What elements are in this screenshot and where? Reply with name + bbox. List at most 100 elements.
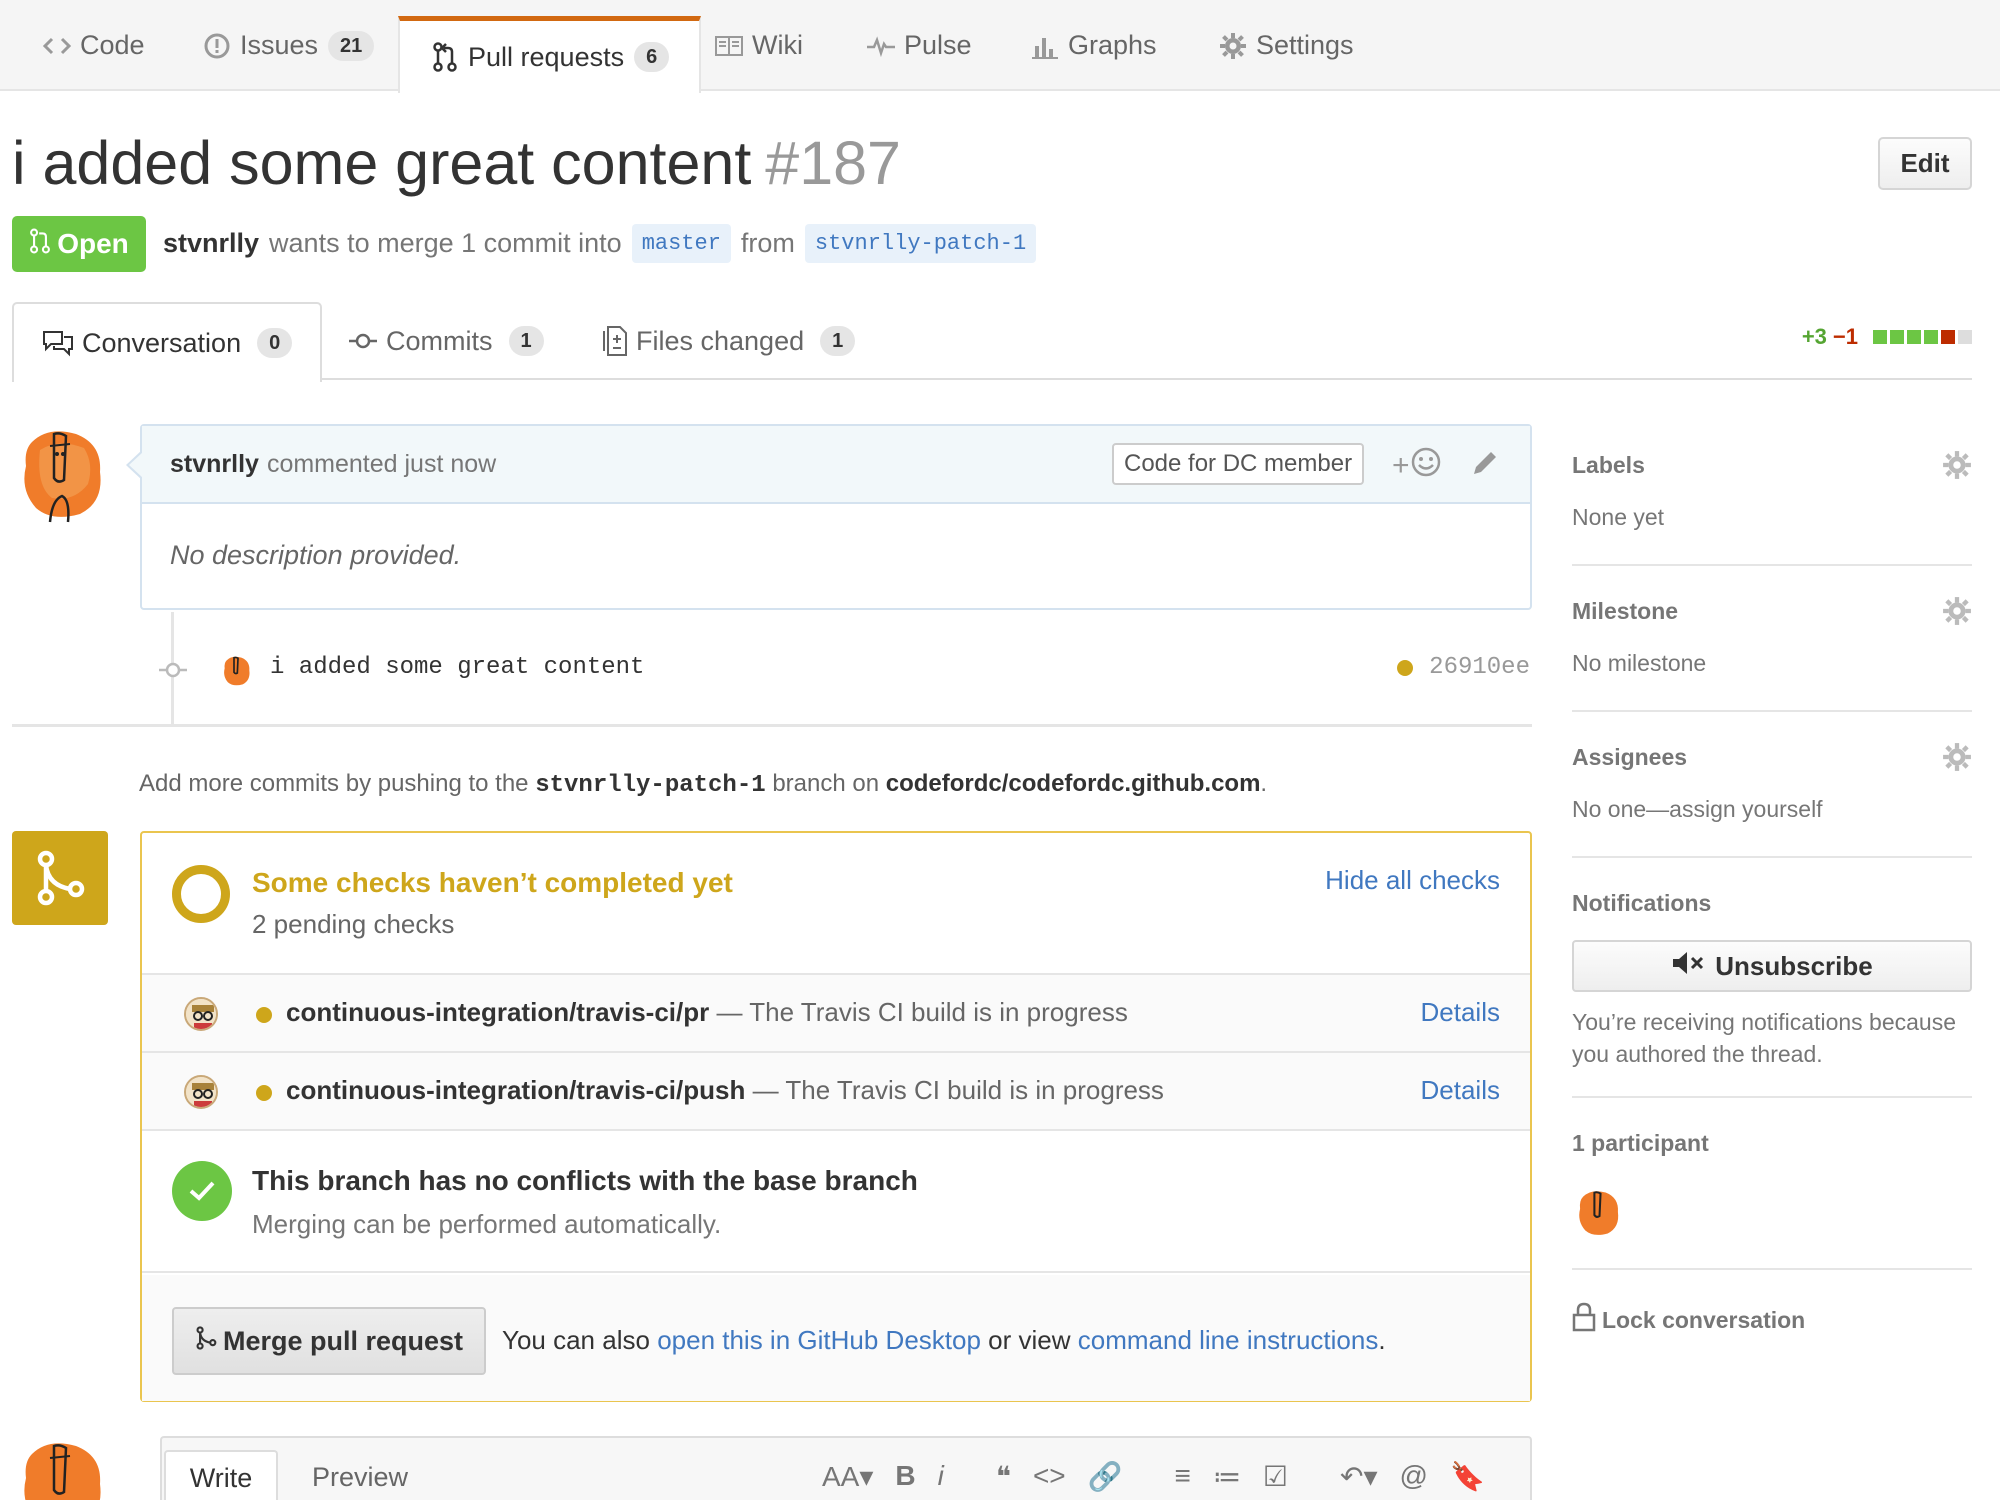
italic-icon[interactable]: i: [938, 1460, 944, 1493]
pencil-icon[interactable]: [1470, 448, 1500, 485]
pending-status-dot: [256, 1085, 272, 1101]
assignees-value[interactable]: No one—assign yourself: [1572, 796, 1823, 823]
merge-actions: Merge pull request You can also open thi…: [142, 1275, 1530, 1401]
sidebar-assignees: Assignees No one—assign yourself: [1572, 742, 1972, 858]
timeline-divider: [12, 724, 1532, 727]
repo-tab-code[interactable]: Code: [42, 0, 145, 91]
bookmark-icon[interactable]: 🔖: [1450, 1460, 1485, 1493]
assignees-title: Assignees: [1572, 744, 1688, 770]
pr-state-label: Open: [57, 228, 129, 259]
push-note-prefix: Add more commits by pushing to the: [139, 770, 529, 797]
avatar[interactable]: [18, 1436, 101, 1500]
comment-composer: Write Preview AA▾ B i ❝ <> 🔗 ≡ ≔ ☑ ↶▾ @ …: [160, 1436, 1532, 1500]
check-name: continuous-integration/travis-ci/push: [286, 1075, 746, 1105]
repo-tab-label: Settings: [1256, 30, 1354, 60]
lock-label: Lock conversation: [1602, 1306, 1806, 1333]
comment-header: stvnrlly commented just now Code for DC …: [142, 426, 1530, 504]
diffstat-blocks: [1870, 324, 1972, 350]
comment-body: No description provided.: [170, 540, 462, 570]
merge-box: Some checks haven’t completed yet 2 pend…: [140, 831, 1532, 1402]
git-merge-icon: [12, 831, 108, 925]
lock-conversation-link[interactable]: Lock conversation: [1572, 1302, 1805, 1338]
link-icon[interactable]: 🔗: [1088, 1460, 1123, 1493]
merge-text: wants to merge 1 commit into: [269, 228, 622, 258]
issues-count: 21: [328, 30, 375, 61]
tab-count: 1: [508, 326, 544, 356]
diffstat-block: [1924, 330, 1938, 344]
git-merge-icon: [195, 1324, 217, 1359]
repo-tab-issues[interactable]: Issues 21: [202, 0, 375, 91]
travis-ci-avatar: [184, 997, 218, 1031]
reply-icon[interactable]: ↶▾: [1340, 1460, 1378, 1493]
comment-timestamp[interactable]: commented just now: [267, 450, 496, 479]
diffstat-additions: +3: [1801, 324, 1827, 349]
commit-sha[interactable]: 26910ee: [1397, 654, 1530, 681]
repo-tab-wiki[interactable]: Wiki: [714, 0, 803, 91]
text-size-icon[interactable]: AA▾: [822, 1460, 873, 1493]
base-branch[interactable]: master: [631, 224, 731, 263]
pull-requests-count: 6: [634, 42, 670, 72]
from-text: from: [740, 228, 795, 258]
merge-pull-request-button[interactable]: Merge pull request: [172, 1307, 486, 1375]
edit-title-button[interactable]: Edit: [1878, 137, 1972, 190]
unsubscribe-button[interactable]: Unsubscribe: [1572, 940, 1972, 992]
bold-icon[interactable]: B: [895, 1460, 915, 1493]
checks-subtitle: 2 pending checks: [252, 909, 455, 939]
repo-tab-pull-requests[interactable]: Pull requests 6: [398, 16, 702, 93]
repo-tab-label: Wiki: [752, 30, 803, 60]
add-reaction-button[interactable]: +: [1392, 446, 1442, 486]
merge-alt-prefix: You can also: [502, 1325, 650, 1355]
unordered-list-icon[interactable]: ≡: [1175, 1460, 1191, 1493]
conflict-title: This branch has no conflicts with the ba…: [252, 1165, 918, 1196]
diffstat-block: [1907, 330, 1921, 344]
repo-tab-graphs[interactable]: Graphs: [1030, 0, 1157, 91]
avatar[interactable]: [18, 424, 101, 523]
markdown-toolbar: AA▾ B i ❝ <> 🔗 ≡ ≔ ☑ ↶▾ @ 🔖: [822, 1460, 1485, 1493]
notifications-reason: You’re receiving notifications because y…: [1572, 1009, 1957, 1067]
push-note-suffix: .: [1260, 770, 1268, 797]
code-icon[interactable]: <>: [1033, 1460, 1066, 1493]
task-list-icon[interactable]: ☑: [1263, 1460, 1288, 1493]
push-note: Add more commits by pushing to the stvnr…: [139, 770, 1267, 799]
notifications-title: Notifications: [1572, 890, 1712, 916]
check-row: continuous-integration/travis-ci/pr — Th…: [142, 975, 1530, 1053]
tab-commits[interactable]: Commits 1: [348, 302, 544, 380]
gear-icon[interactable]: [1942, 450, 1972, 485]
merge-alternatives: You can also open this in GitHub Desktop…: [502, 1325, 1386, 1356]
avatar[interactable]: [222, 654, 252, 693]
pr-tabnav: Conversation 0 Commits 1 Files changed 1…: [12, 302, 1972, 382]
repo-tab-label: Graphs: [1068, 30, 1157, 60]
quote-icon[interactable]: ❝: [996, 1460, 1011, 1493]
check-details-link[interactable]: Details: [1421, 997, 1500, 1028]
pr-merge-meta: stvnrlly wants to merge 1 commit into ma…: [163, 224, 1046, 263]
tab-conversation[interactable]: Conversation 0: [12, 302, 323, 382]
ordered-list-icon[interactable]: ≔: [1213, 1460, 1241, 1493]
gear-icon: [1218, 31, 1248, 61]
pulse-icon: [866, 31, 896, 61]
open-in-desktop-link[interactable]: open this in GitHub Desktop: [657, 1325, 981, 1355]
repo-nav: Code Issues 21 Pull requests 6 Wiki Puls…: [0, 0, 2000, 93]
mention-icon[interactable]: @: [1400, 1460, 1428, 1493]
hide-all-checks-link[interactable]: Hide all checks: [1325, 865, 1500, 896]
check-row: continuous-integration/travis-ci/push — …: [142, 1053, 1530, 1131]
gear-icon[interactable]: [1942, 742, 1972, 777]
commit-message[interactable]: i added some great content: [270, 654, 644, 681]
gear-icon[interactable]: [1942, 596, 1972, 631]
push-note-middle: branch on: [772, 770, 880, 797]
mute-icon: [1671, 950, 1705, 983]
repo-tab-pulse[interactable]: Pulse: [866, 0, 972, 91]
tab-files-changed[interactable]: Files changed 1: [602, 302, 856, 380]
command-line-instructions-link[interactable]: command line instructions: [1078, 1325, 1379, 1355]
tab-preview[interactable]: Preview: [312, 1462, 408, 1493]
sidebar-notifications: Notifications Unsubscribe You’re receivi…: [1572, 890, 1972, 1098]
commit-sha-text: 26910ee: [1429, 654, 1530, 681]
repo-tab-settings[interactable]: Settings: [1218, 0, 1354, 91]
pr-author[interactable]: stvnrlly: [163, 228, 259, 259]
checks-header: Some checks haven’t completed yet 2 pend…: [142, 833, 1530, 975]
check-details-link[interactable]: Details: [1421, 1075, 1500, 1106]
tab-write[interactable]: Write: [164, 1450, 278, 1500]
head-branch[interactable]: stvnrlly-patch-1: [804, 224, 1037, 263]
avatar[interactable]: [1576, 1186, 1622, 1245]
merge-alt-mid: or view: [988, 1325, 1071, 1355]
comment-author[interactable]: stvnrlly: [170, 450, 259, 479]
